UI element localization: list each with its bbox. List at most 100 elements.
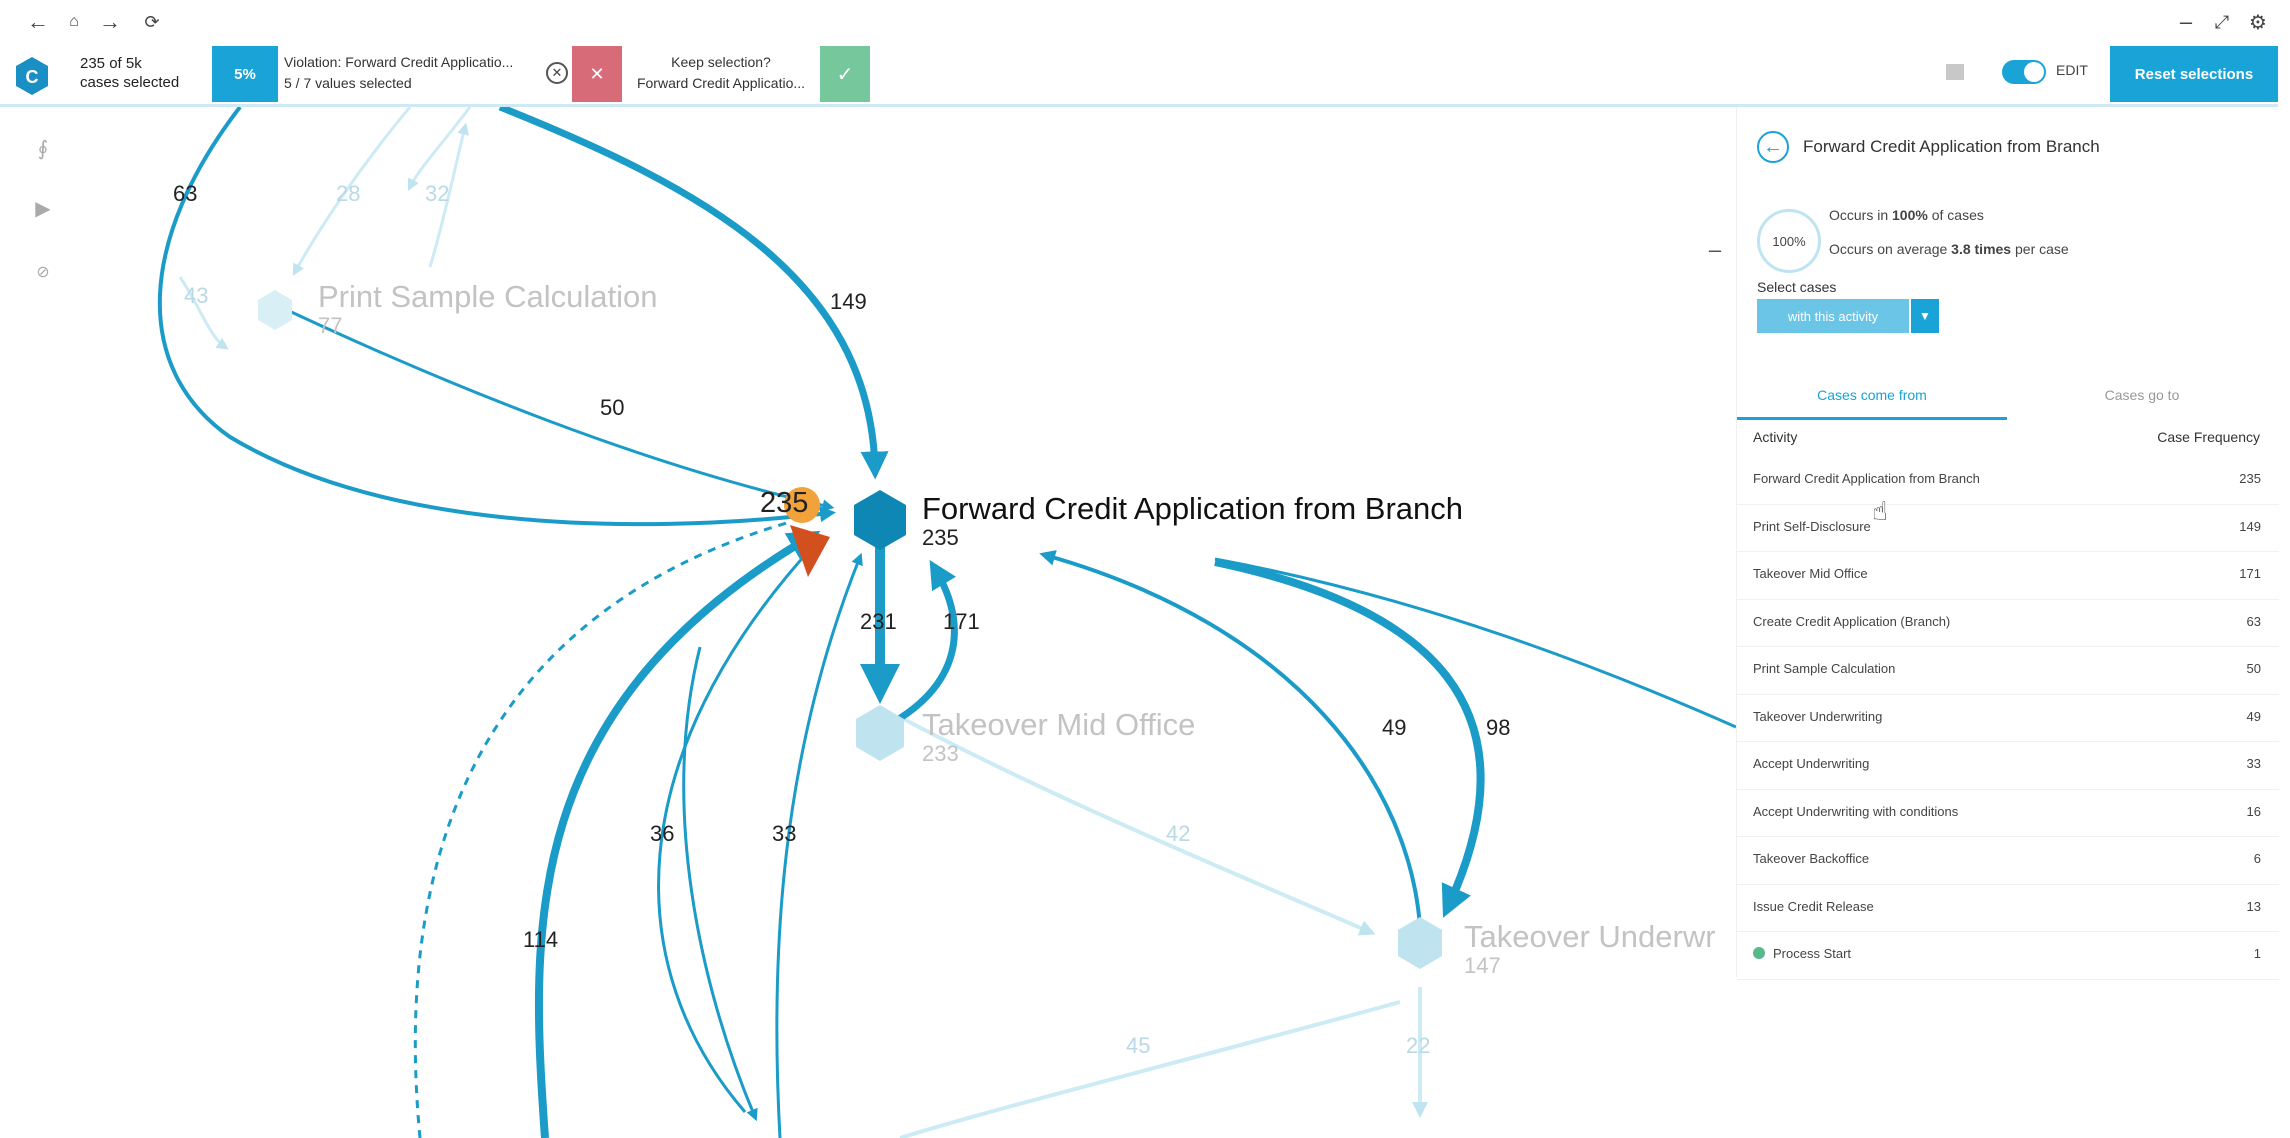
cases-count-caption: cases selected <box>80 74 180 91</box>
occurs-line2-post: per case <box>2011 241 2069 257</box>
occurs-line1-pre: Occurs in <box>1829 207 1893 223</box>
table-row[interactable]: Takeover Backoffice 6 <box>1737 837 2279 885</box>
edge-36b <box>682 646 758 1122</box>
keep-selection-title: Keep selection? <box>671 54 771 70</box>
chevron-down-icon[interactable]: ▼ <box>1911 299 1939 333</box>
edge-33 <box>775 552 863 1138</box>
violation-values: 5 / 7 values selected <box>284 75 412 91</box>
row-activity: Print Self-Disclosure <box>1753 518 1871 534</box>
accept-selection-button[interactable]: ✓ <box>820 46 870 102</box>
row-frequency: 6 <box>2253 851 2261 866</box>
row-frequency: 33 <box>2246 756 2261 771</box>
column-header-case-frequency[interactable]: Case Frequency <box>2157 429 2260 445</box>
row-frequency: 149 <box>2239 518 2261 534</box>
row-activity: Forward Credit Application from Branch <box>1753 471 1980 486</box>
row-frequency: 13 <box>2246 898 2261 914</box>
edge-50 <box>269 300 835 512</box>
table-row[interactable]: Forward Credit Application from Branch 23… <box>1737 457 2279 505</box>
frequency-tally-icon[interactable]: ∮ <box>26 131 60 165</box>
cases-selected-count: 235 of 5k cases selected <box>80 54 179 92</box>
edge-label-171: 171 <box>943 609 980 634</box>
row-activity: Create Credit Application (Branch) <box>1753 613 1951 629</box>
back-arrow-icon[interactable]: ← <box>24 8 52 36</box>
table-row[interactable]: Create Credit Application (Branch) 63 <box>1737 600 2279 647</box>
select-cases-label: Select cases <box>1757 279 1837 295</box>
occurs-line2-pre: Occurs on average <box>1829 241 1952 257</box>
table-row[interactable]: Accept Underwriting 33 <box>1737 742 2279 790</box>
node-print-count: 77 <box>318 313 343 338</box>
row-activity: Accept Underwriting <box>1753 756 1870 771</box>
edge-171 <box>883 560 958 731</box>
reset-selections-button[interactable]: Reset selections <box>2110 46 2278 102</box>
keep-selection-value: Forward Credit Applicatio... <box>636 75 806 91</box>
edge-label-43: 43 <box>184 283 209 308</box>
occurrence-percentage-circle: 100% <box>1757 209 1821 273</box>
occurs-average-text: Occurs on average 3.8 times per case <box>1829 241 2069 257</box>
clear-filter-icon[interactable]: ✕ <box>546 62 568 84</box>
edit-label: EDIT <box>2056 62 2088 78</box>
edit-toggle[interactable] <box>2002 60 2046 84</box>
row-activity: Takeover Backoffice <box>1753 851 1870 866</box>
table-row[interactable]: Process Start 1 <box>1737 932 2279 980</box>
occurs-in-cases-text: Occurs in 100% of cases <box>1829 207 1984 223</box>
back-arrow-icon[interactable]: ← <box>1757 131 1789 163</box>
row-activity: Issue Credit Release <box>1753 898 1874 914</box>
edge-label-45: 45 <box>1126 1033 1151 1058</box>
row-frequency: 171 <box>2239 566 2261 581</box>
violation-filter[interactable]: Violation: Forward Credit Applicatio... … <box>284 52 513 94</box>
tab-cases-come-from[interactable]: Cases come from <box>1737 387 2007 420</box>
node-forward-hex <box>854 490 906 550</box>
table-row[interactable]: Print Self-Disclosure 149 <box>1737 505 2279 552</box>
row-activity: Takeover Underwriting <box>1753 708 1883 724</box>
grid-view-icon[interactable] <box>1946 64 1964 80</box>
node-print-name[interactable]: Print Sample Calculation <box>318 279 657 315</box>
row-activity: Takeover Mid Office <box>1753 566 1868 581</box>
row-activity: Accept Underwriting with conditions <box>1753 803 1959 819</box>
edge-label-50: 50 <box>600 395 625 420</box>
activity-details-panel: ← Forward Credit Application from Branch… <box>1736 107 2279 980</box>
home-icon[interactable]: ⌂ <box>60 8 88 36</box>
node-forward-count: 235 <box>922 525 959 550</box>
hide-eye-icon[interactable]: ⊘ <box>26 255 60 289</box>
edge-42 <box>899 715 1376 936</box>
edge-label-36: 36 <box>650 821 675 846</box>
table-row[interactable]: Accept Underwriting with conditions 16 <box>1737 790 2279 837</box>
minimize-icon[interactable]: – <box>2172 8 2200 36</box>
node-under-count: 147 <box>1464 953 1501 978</box>
edge-label-114: 114 <box>523 927 559 952</box>
table-row[interactable]: Takeover Underwriting 49 <box>1737 695 2279 742</box>
row-activity-start: Process Start <box>1753 946 1851 961</box>
reject-selection-button[interactable]: ✕ <box>572 46 622 102</box>
forward-arrow-icon[interactable]: → <box>96 8 124 36</box>
tab-cases-go-to[interactable]: Cases go to <box>2007 387 2277 417</box>
app-logo-icon: C <box>16 57 48 95</box>
node-print-hex <box>258 290 292 330</box>
play-animation-icon[interactable]: ▶ <box>26 191 60 225</box>
select-cases-button[interactable]: with this activity <box>1757 299 1909 333</box>
selection-percentage-badge[interactable]: 5% <box>212 46 278 102</box>
svg-text:C: C <box>26 67 39 87</box>
edge-label-28: 28 <box>336 181 361 206</box>
row-frequency: 1 <box>2253 946 2261 961</box>
refresh-icon[interactable]: ⟳ <box>138 8 166 36</box>
table-row[interactable]: Print Sample Calculation 50 <box>1737 647 2279 695</box>
edge-label-49: 49 <box>1382 715 1407 740</box>
occurs-line2-value: 3.8 times <box>1951 241 2012 257</box>
violation-title: Violation: Forward Credit Applicatio... <box>284 54 514 70</box>
edge-label-22: 22 <box>1406 1033 1431 1058</box>
activity-table: Forward Credit Application from Branch 23… <box>1737 457 2279 980</box>
zoom-out-button[interactable]: – <box>1690 237 1740 265</box>
edge-label-149: 149 <box>830 289 867 314</box>
table-row[interactable]: Takeover Mid Office 171 <box>1737 552 2279 600</box>
process-start-icon <box>1753 947 1765 959</box>
column-header-activity[interactable]: Activity <box>1753 429 1797 445</box>
node-forward-name[interactable]: Forward Credit Application from Branch <box>922 491 1463 527</box>
title-bar: ← ⌂ → ⟳ – ⤢ ⚙ <box>0 0 2290 46</box>
node-mid-name[interactable]: Takeover Mid Office <box>922 707 1195 743</box>
table-row[interactable]: Issue Credit Release 13 <box>1737 885 2279 932</box>
process-mining-app: ← ⌂ → ⟳ – ⤢ ⚙ C 235 of 5k cases selected… <box>0 0 2290 1138</box>
settings-gear-icon[interactable]: ⚙ <box>2244 8 2272 36</box>
node-under-name[interactable]: Takeover Underwr <box>1464 919 1716 955</box>
edge-label-98: 98 <box>1486 715 1511 740</box>
expand-icon[interactable]: ⤢ <box>2208 8 2236 36</box>
